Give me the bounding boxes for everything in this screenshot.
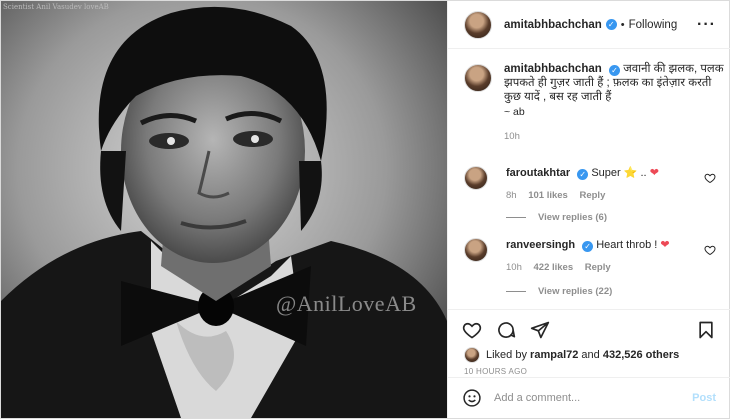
separator-dot: • [620, 18, 625, 31]
comments-scroll-area[interactable]: amitabhbachchan ✓ जवानी की झलक, पलक झपकत… [448, 50, 730, 308]
post-photo[interactable]: Scientist Anil Vasudev loveAB @AnilLoveA… [1, 1, 447, 418]
comment-composer: Post [448, 377, 730, 418]
like-heart-icon[interactable] [462, 320, 482, 340]
comment-body: Heart throb ! [596, 239, 658, 251]
post-comment-button[interactable]: Post [692, 392, 716, 404]
verified-badge-icon: ✓ [605, 19, 617, 30]
emoji-smiley-icon[interactable] [462, 388, 482, 408]
comment-text: faroutakhtar ✓ Super ⭐ .. ❤ [506, 166, 724, 180]
photo-watermark-top: Scientist Anil Vasudev loveAB [3, 3, 109, 11]
author-username[interactable]: amitabhbachchan [504, 19, 602, 31]
view-replies-label: View replies (22) [538, 286, 613, 297]
like-comment-heart-icon[interactable] [704, 172, 716, 184]
comment-time[interactable]: 10h [506, 262, 522, 273]
view-replies-button[interactable]: View replies (6) [506, 212, 607, 223]
commenter-avatar[interactable] [464, 238, 488, 262]
reply-button[interactable]: Reply [579, 190, 605, 201]
comment-item: ranveersingh ✓ Heart throb ! ❤ 10h 422 l… [464, 238, 724, 273]
liked-by-summary: Liked by rampal72 and 432,526 others [464, 347, 679, 363]
more-options-icon[interactable]: ··· [697, 16, 716, 34]
bookmark-icon [699, 321, 713, 339]
heart-emoji-icon: ❤ [660, 239, 670, 251]
comment-time[interactable]: 8h [506, 190, 517, 201]
caption-signature: ~ ab [504, 106, 525, 118]
liker-avatar[interactable] [464, 347, 480, 363]
comment-username[interactable]: faroutakhtar [506, 167, 570, 179]
author-avatar[interactable] [464, 10, 492, 39]
heart-emoji-icon: ❤ [649, 167, 659, 179]
save-bookmark-button[interactable] [696, 320, 716, 343]
likes-count[interactable]: 432,526 others [603, 349, 679, 361]
comment-dots: .. [640, 167, 647, 179]
view-replies-button[interactable]: View replies (22) [506, 286, 612, 297]
comment-likes[interactable]: 422 likes [534, 262, 574, 273]
comment-icon[interactable] [496, 320, 516, 340]
verified-badge-icon: ✓ [608, 65, 620, 76]
comment-item: faroutakhtar ✓ Super ⭐ .. ❤ 8h 101 likes… [464, 166, 724, 201]
post-window: Scientist Anil Vasudev loveAB @AnilLoveA… [0, 0, 730, 419]
replies-divider [506, 217, 526, 218]
following-button[interactable]: Following [629, 19, 678, 31]
caption-time[interactable]: 10h [504, 131, 724, 142]
portrait-image [1, 1, 447, 418]
caption-author-avatar[interactable] [464, 64, 492, 92]
caption-text: amitabhbachchan ✓ जवानी की झलक, पलक झपकत… [504, 62, 724, 119]
comment-text: ranveersingh ✓ Heart throb ! ❤ [506, 238, 724, 252]
commenter-avatar[interactable] [464, 166, 488, 190]
add-comment-input[interactable] [494, 392, 664, 404]
replies-divider [506, 291, 526, 292]
comment-meta: 10h 422 likes Reply [506, 262, 724, 273]
comment-meta: 8h 101 likes Reply [506, 190, 724, 201]
view-replies-label: View replies (6) [538, 212, 607, 223]
action-icons [462, 320, 550, 340]
verified-badge-icon: ✓ [577, 169, 589, 180]
liked-by-prefix: Liked by [486, 349, 527, 361]
post-header: amitabhbachchan ✓ • Following ··· [448, 1, 730, 49]
reply-button[interactable]: Reply [585, 262, 611, 273]
photo-watermark: @AnilLoveAB [276, 291, 417, 316]
comment-body: Super [591, 167, 621, 179]
post-details-panel: amitabhbachchan ✓ • Following ··· amitab… [447, 1, 730, 418]
like-comment-heart-icon[interactable] [704, 244, 716, 256]
liked-by-conj: and [581, 349, 600, 361]
share-paper-plane-icon[interactable] [530, 320, 550, 340]
star-emoji-icon: ⭐ [623, 167, 638, 179]
liker-username[interactable]: rampal72 [530, 349, 578, 361]
comment-likes[interactable]: 101 likes [528, 190, 568, 201]
comment-username[interactable]: ranveersingh [506, 239, 575, 251]
post-timestamp[interactable]: 10 HOURS AGO [464, 367, 527, 376]
verified-badge-icon: ✓ [582, 241, 594, 252]
post-caption: amitabhbachchan ✓ जवानी की झलक, पलक झपकत… [464, 62, 724, 142]
caption-username[interactable]: amitabhbachchan [504, 63, 602, 75]
